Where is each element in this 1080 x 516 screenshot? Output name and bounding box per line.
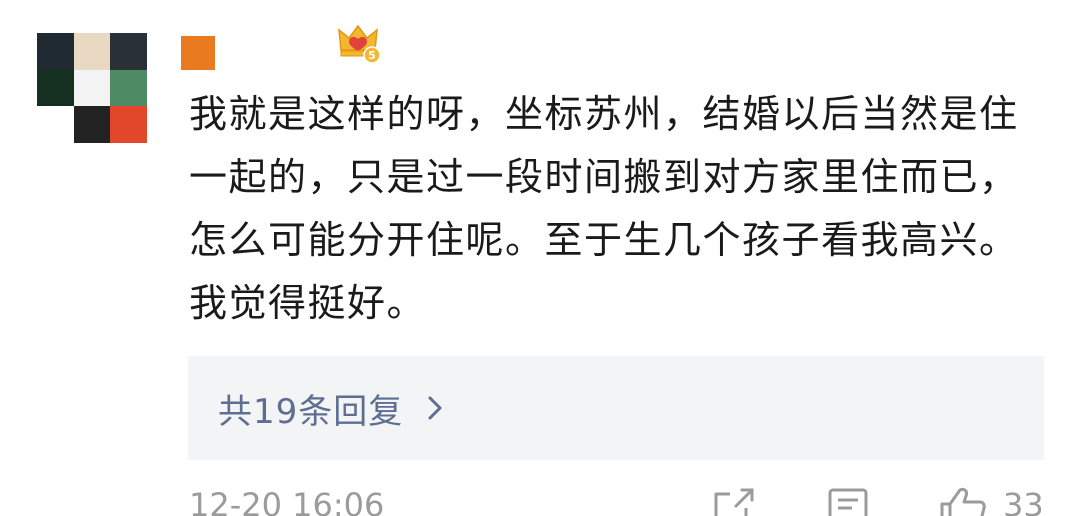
avatar-pixel bbox=[73, 69, 111, 107]
avatar-pixel bbox=[37, 33, 74, 70]
comment-icon[interactable] bbox=[826, 486, 870, 516]
crown-badge-icon: 5 bbox=[336, 20, 381, 64]
crown-badge-number: 5 bbox=[368, 49, 376, 62]
comment-text: 我就是这样的呀，坐标苏州，结婚以后当然是住一起的，只是过一段时间搬到对方家里住而… bbox=[189, 92, 1019, 325]
avatar-pixel bbox=[110, 69, 147, 107]
avatar-pixel bbox=[110, 106, 147, 143]
comment-card: 5 我就是这样的呀，坐标苏州，结婚以后当然是住一起的，只是过一段时间搬到对方家里… bbox=[0, 0, 1080, 516]
thumbs-up-icon[interactable] bbox=[938, 486, 988, 516]
username-redacted[interactable] bbox=[181, 36, 215, 70]
share-icon[interactable] bbox=[712, 486, 756, 516]
avatar-pixel bbox=[37, 106, 74, 143]
view-replies-button[interactable]: 共19条回复 bbox=[188, 356, 1044, 460]
comment-timestamp: 12-20 16:06 bbox=[189, 486, 385, 516]
avatar-pixel bbox=[110, 33, 147, 70]
avatar[interactable] bbox=[37, 33, 147, 143]
like-count: 33 bbox=[1003, 486, 1044, 516]
avatar-pixel bbox=[37, 69, 74, 107]
chevron-right-icon bbox=[425, 395, 445, 421]
avatar-pixel bbox=[73, 33, 111, 70]
replies-count-label: 共19条回复 bbox=[218, 391, 404, 432]
avatar-pixel bbox=[73, 106, 111, 143]
